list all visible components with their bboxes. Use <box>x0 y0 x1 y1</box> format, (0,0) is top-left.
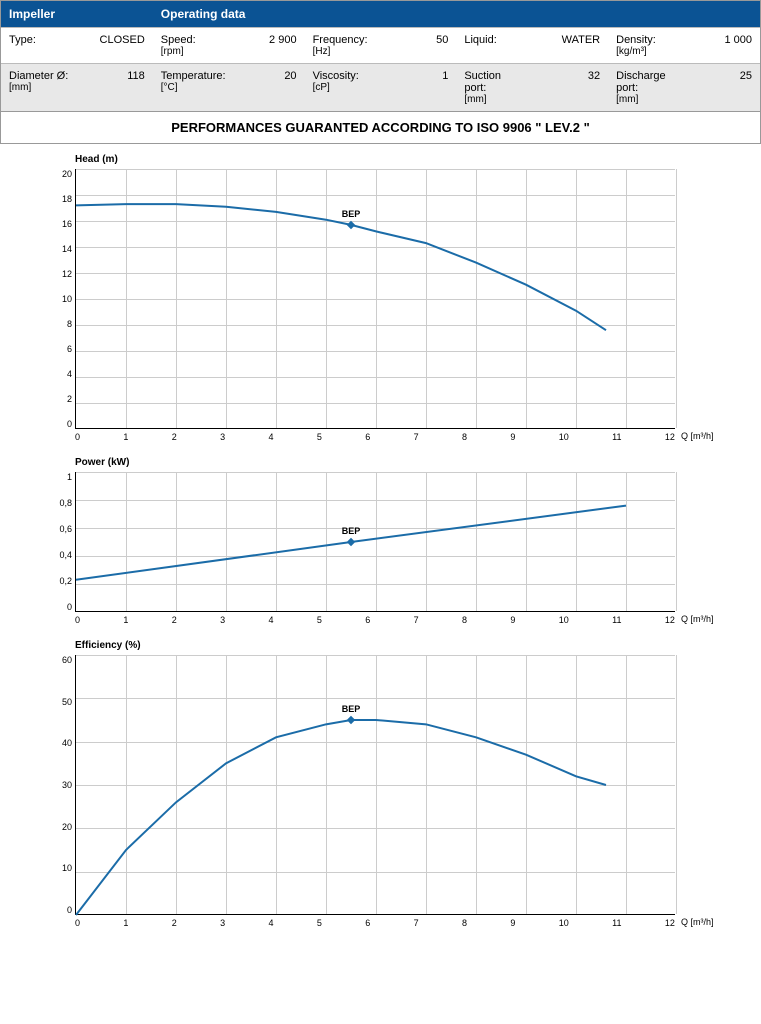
page-frame: Impeller Operating data Type: CLOSED Spe… <box>0 0 761 144</box>
chart-efficiency-: Efficiency (%)6050403020100 BEP 0123456789… <box>55 640 731 928</box>
viscosity-value: 1 <box>380 64 456 112</box>
density-value: 1 000 <box>684 28 760 64</box>
x-axis: 0123456789101112 <box>75 918 675 928</box>
speed-value: 2 900 <box>229 28 305 64</box>
chart-power-kw-: Power (kW)10,80,60,40,20 BEP 0123456789101… <box>55 457 731 625</box>
diameter-value: 118 <box>77 64 153 112</box>
liquid-value: WATER <box>532 28 608 64</box>
liquid-label-cell: Liquid: <box>456 28 532 64</box>
type-label-cell: Type: <box>1 28 77 64</box>
y-axis: 6050403020100 <box>55 655 75 915</box>
y-axis: 10,80,60,40,20 <box>55 472 75 612</box>
x-axis-label: Q [m³/h] <box>681 431 714 441</box>
plot-area: BEP <box>75 472 675 612</box>
diameter-label-cell: Diameter Ø:[mm] <box>1 64 77 112</box>
plot-area: BEP <box>75 655 675 915</box>
chart-title: Efficiency (%) <box>75 640 731 651</box>
impeller-header: Impeller <box>1 1 153 28</box>
x-axis: 0123456789101112 <box>75 432 675 442</box>
chart-title: Power (kW) <box>75 457 731 468</box>
suction-value: 32 <box>532 64 608 112</box>
x-axis-label: Q [m³/h] <box>681 614 714 624</box>
discharge-label-cell: Discharge port:[mm] <box>608 64 684 112</box>
x-axis: 0123456789101112 <box>75 615 675 625</box>
suction-label-cell: Suction port:[mm] <box>456 64 532 112</box>
viscosity-label-cell: Viscosity:[cP] <box>305 64 381 112</box>
frequency-label-cell: Frequency:[Hz] <box>305 28 381 64</box>
x-axis-label: Q [m³/h] <box>681 917 714 927</box>
bep-label: BEP <box>342 704 361 714</box>
y-axis: 20181614121086420 <box>55 169 75 429</box>
iso-banner: PERFORMANCES GUARANTED ACCORDING TO ISO … <box>1 111 760 143</box>
operating-header: Operating data <box>153 1 760 28</box>
bep-label: BEP <box>342 209 361 219</box>
frequency-value: 50 <box>380 28 456 64</box>
charts-area: Head (m)20181614121086420 BEP 012345678910… <box>0 144 761 953</box>
type-value: CLOSED <box>77 28 153 64</box>
header-table: Impeller Operating data Type: CLOSED Spe… <box>1 1 760 111</box>
chart-title: Head (m) <box>75 154 731 165</box>
plot-area: BEP <box>75 169 675 429</box>
density-label-cell: Density:[kg/m³] <box>608 28 684 64</box>
bep-label: BEP <box>342 526 361 536</box>
speed-label-cell: Speed:[rpm] <box>153 28 229 64</box>
discharge-value: 25 <box>684 64 760 112</box>
chart-head-m-: Head (m)20181614121086420 BEP 012345678910… <box>55 154 731 442</box>
temperature-label-cell: Temperature:[°C] <box>153 64 229 112</box>
temperature-value: 20 <box>229 64 305 112</box>
